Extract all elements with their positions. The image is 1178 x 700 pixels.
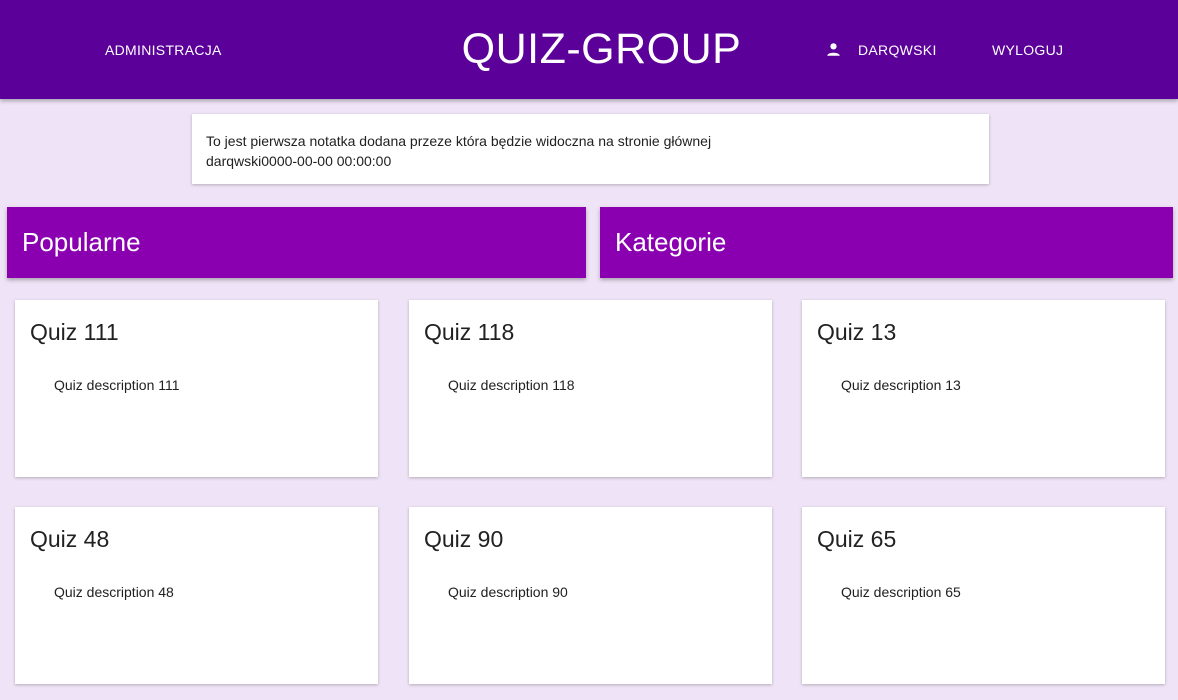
quiz-card-title: Quiz 65 — [817, 526, 897, 552]
admin-nav-label: ADMINISTRACJA — [105, 41, 222, 58]
quiz-card-description: Quiz description 90 — [448, 584, 568, 600]
logout-button[interactable]: WYLOGUJ — [992, 0, 1063, 99]
quiz-card[interactable]: Quiz 118 Quiz description 118 — [409, 300, 772, 477]
quiz-card[interactable]: Quiz 111 Quiz description 111 — [15, 300, 378, 477]
quiz-card[interactable]: Quiz 48 Quiz description 48 — [15, 507, 378, 684]
quiz-card-description: Quiz description 48 — [54, 584, 174, 600]
section-categories-header[interactable]: Kategorie — [600, 207, 1173, 278]
quiz-card-description: Quiz description 65 — [841, 584, 961, 600]
quiz-card[interactable]: Quiz 90 Quiz description 90 — [409, 507, 772, 684]
logout-label: WYLOGUJ — [992, 41, 1064, 58]
note-card: To jest pierwsza notatka dodana przeze k… — [192, 114, 989, 184]
quiz-card-description: Quiz description 13 — [841, 377, 961, 393]
quiz-card[interactable]: Quiz 65 Quiz description 65 — [802, 507, 1165, 684]
user-name-label: DARQWSKI — [858, 41, 937, 58]
section-popular-header[interactable]: Popularne — [7, 207, 586, 278]
section-categories-title: Kategorie — [615, 227, 727, 257]
quiz-card-description: Quiz description 118 — [448, 377, 575, 393]
quiz-card-title: Quiz 48 — [30, 526, 110, 552]
section-popular-title: Popularne — [22, 227, 141, 257]
note-text: To jest pierwsza notatka dodana przeze k… — [206, 133, 712, 149]
quiz-card-title: Quiz 111 — [30, 319, 119, 345]
quiz-card-description: Quiz description 111 — [54, 377, 180, 393]
note-meta: darqwski0000-00-00 00:00:00 — [206, 153, 392, 169]
app-title-text: QUIZ-GROUP — [461, 25, 742, 73]
quiz-card[interactable]: Quiz 13 Quiz description 13 — [802, 300, 1165, 477]
quiz-card-title: Quiz 118 — [424, 319, 515, 345]
quiz-card-title: Quiz 90 — [424, 526, 504, 552]
quiz-card-title: Quiz 13 — [817, 319, 897, 345]
admin-nav-button[interactable]: ADMINISTRACJA — [105, 0, 222, 99]
person-icon — [826, 42, 841, 57]
app-header: ADMINISTRACJA QUIZ-GROUP DARQWSKI WYLOGU… — [0, 0, 1178, 99]
user-profile-button[interactable]: DARQWSKI — [826, 0, 937, 99]
